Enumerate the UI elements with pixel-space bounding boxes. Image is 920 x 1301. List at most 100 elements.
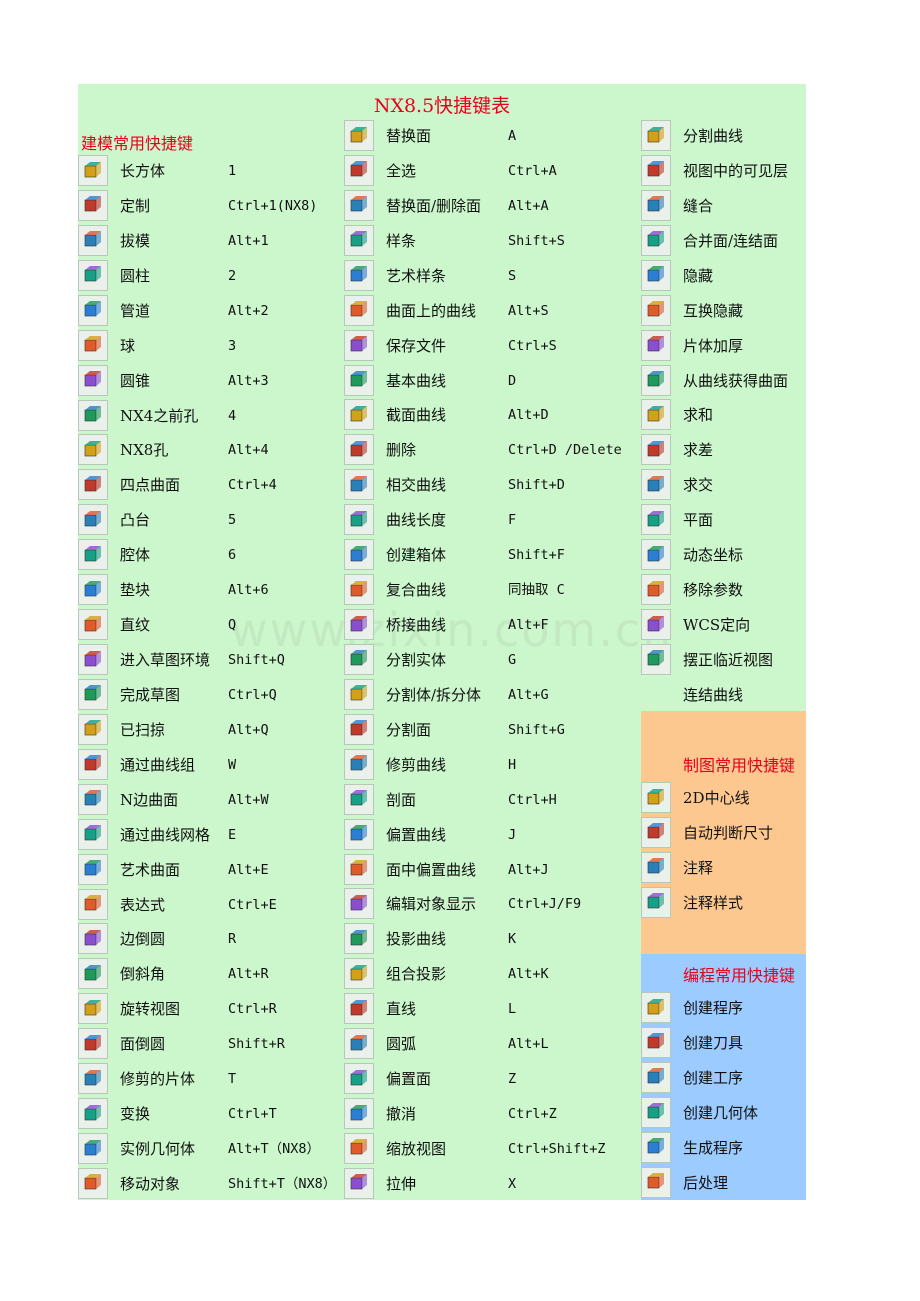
sew-icon[interactable] [641, 189, 671, 221]
zoom-icon[interactable] [344, 1132, 374, 1164]
offset-in-face-icon[interactable] [344, 853, 374, 885]
subtract-icon[interactable] [641, 434, 671, 466]
replace-delete-face-icon[interactable] [344, 189, 374, 221]
n-sided-surface-icon[interactable] [78, 783, 108, 815]
shortcut-label: 视图中的可见层 [683, 161, 789, 180]
remove-parameters-icon[interactable] [641, 574, 671, 606]
select-all-icon[interactable] [344, 154, 374, 186]
pocket-icon[interactable] [78, 539, 108, 571]
create-operation-icon[interactable] [641, 1061, 671, 1093]
finish-sketch-flag-icon[interactable] [78, 678, 108, 710]
spline-icon[interactable] [344, 224, 374, 256]
plane-icon[interactable] [641, 504, 671, 536]
thicken-icon[interactable] [641, 329, 671, 361]
orient-view-icon[interactable] [641, 643, 671, 675]
shortcut-row: 样条 Shift+S [344, 224, 594, 259]
create-tool-icon[interactable] [641, 1026, 671, 1058]
transform-icon[interactable] [78, 1098, 108, 1130]
wcs-orient-icon[interactable] [641, 609, 671, 641]
intersection-curve-icon[interactable] [344, 469, 374, 501]
split-body-icon[interactable] [344, 643, 374, 675]
studio-spline-icon[interactable] [344, 259, 374, 291]
invert-hidden-icon[interactable] [641, 294, 671, 326]
block-icon[interactable] [78, 155, 108, 186]
shortcut-label: 四点曲面 [120, 476, 181, 495]
trimmed-sheet-icon[interactable] [78, 1063, 108, 1095]
shortcut-key: E [228, 826, 237, 843]
line-icon[interactable] [344, 993, 374, 1025]
hole-icon[interactable] [78, 399, 108, 431]
hide-icon[interactable] [641, 259, 671, 291]
shortcut-label: 拔模 [120, 231, 151, 250]
2d-centerline-icon[interactable] [641, 782, 671, 813]
unite-faces-icon[interactable] [641, 224, 671, 256]
shortcut-label: 样条 [386, 231, 417, 250]
curve-on-surface-icon[interactable] [344, 294, 374, 326]
move-object-icon[interactable] [78, 1167, 108, 1199]
create-geometry-icon[interactable] [641, 1096, 671, 1128]
visible-layers-icon[interactable] [641, 154, 671, 186]
shortcut-row: 表达式 Ctrl+E [78, 888, 328, 923]
rapid-dimension-icon[interactable] [641, 816, 671, 848]
generate-program-icon[interactable] [641, 1131, 671, 1163]
undo-icon[interactable] [344, 1098, 374, 1130]
through-curves-icon[interactable] [78, 748, 108, 780]
composite-curve-icon[interactable] [344, 574, 374, 606]
command-row: WCS定向 [641, 608, 891, 643]
surface-from-curves-icon[interactable] [641, 364, 671, 396]
through-curve-mesh-icon[interactable] [78, 818, 108, 850]
curve-length-icon[interactable] [344, 504, 374, 536]
delete-icon[interactable] [344, 434, 374, 466]
command-row: 求差 [641, 433, 891, 468]
note-icon[interactable] [641, 851, 671, 883]
section-curve-icon[interactable] [344, 399, 374, 431]
instance-geometry-icon[interactable] [78, 1133, 108, 1165]
annotation-style-icon[interactable] [641, 886, 671, 918]
shortcut-label: 注释样式 [683, 893, 744, 912]
offset-curve-icon[interactable] [344, 818, 374, 850]
draft-icon[interactable] [78, 224, 108, 256]
postprocess-icon[interactable] [641, 1166, 671, 1198]
sketch-task-icon[interactable] [78, 644, 108, 676]
extrude-icon[interactable] [344, 1167, 374, 1199]
combined-projection-icon[interactable] [344, 958, 374, 990]
save-icon[interactable] [344, 329, 374, 361]
unite-icon[interactable] [641, 399, 671, 431]
pad-icon[interactable] [78, 574, 108, 606]
swept-icon[interactable] [78, 713, 108, 745]
ruled-icon[interactable] [78, 609, 108, 641]
hole-nx8-icon[interactable] [78, 434, 108, 466]
four-point-surface-icon[interactable] [78, 469, 108, 501]
bridge-curve-icon[interactable] [344, 609, 374, 641]
basic-curves-icon[interactable] [344, 364, 374, 396]
bounding-body-icon[interactable] [344, 539, 374, 571]
customize-icon[interactable] [78, 189, 108, 221]
divide-body-icon[interactable] [344, 678, 374, 710]
edge-blend-icon[interactable] [78, 923, 108, 955]
boss-icon[interactable] [78, 504, 108, 536]
create-program-icon[interactable] [641, 992, 671, 1023]
divide-curve-icon[interactable] [641, 120, 671, 151]
chamfer-icon[interactable] [78, 958, 108, 990]
shortcut-key: Alt+R [228, 966, 269, 983]
offset-face-icon[interactable] [344, 1063, 374, 1095]
tube-icon[interactable] [78, 294, 108, 326]
face-blend-icon[interactable] [78, 1028, 108, 1060]
cone-icon[interactable] [78, 364, 108, 396]
replace-face-icon[interactable] [344, 120, 374, 151]
rotate-view-icon[interactable] [78, 993, 108, 1025]
shortcut-row: 偏置曲线 J [344, 818, 594, 853]
arc-icon[interactable] [344, 1028, 374, 1060]
dynamic-csys-icon[interactable] [641, 539, 671, 571]
divide-face-icon[interactable] [344, 713, 374, 745]
project-curve-icon[interactable] [344, 923, 374, 955]
trim-curve-icon[interactable] [344, 748, 374, 780]
shortcut-row: 复合曲线 同抽取 C [344, 573, 594, 608]
studio-surface-icon[interactable] [78, 853, 108, 885]
expression-icon[interactable] [78, 888, 108, 920]
edit-display-icon[interactable] [344, 888, 374, 920]
cylinder-icon[interactable] [78, 259, 108, 291]
intersect-icon[interactable] [641, 469, 671, 501]
sphere-icon[interactable] [78, 329, 108, 361]
section-hatch-icon[interactable] [344, 783, 374, 815]
